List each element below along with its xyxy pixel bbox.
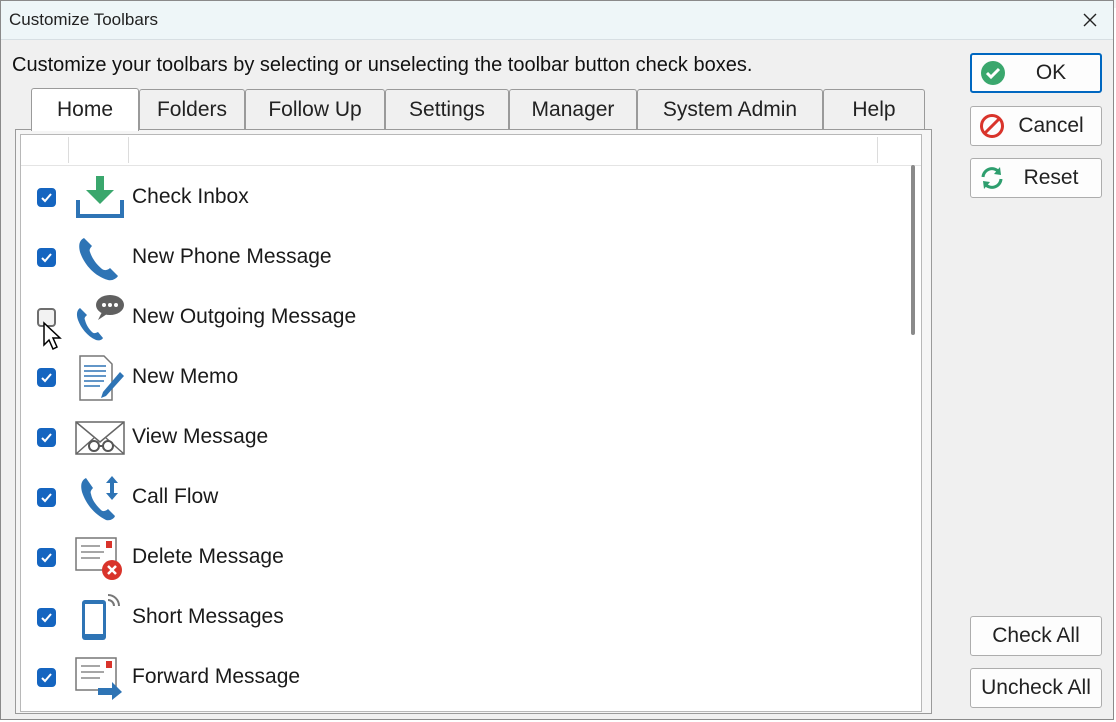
- close-button[interactable]: [1067, 1, 1113, 39]
- list-item-label: Call Flow: [132, 485, 219, 508]
- list-item-label: Delete Message: [132, 545, 284, 568]
- checkmark-icon: [41, 253, 52, 263]
- tab-home[interactable]: Home: [31, 88, 139, 131]
- message-forward-icon: [75, 657, 122, 700]
- checkbox-checked[interactable]: [37, 548, 56, 567]
- checkbox-checked[interactable]: [37, 428, 56, 447]
- column-divider: [128, 137, 129, 163]
- inbox-download-icon: [76, 176, 124, 218]
- checkbox-checked[interactable]: [37, 248, 56, 267]
- tab-folders[interactable]: Folders: [139, 89, 245, 129]
- memo-pencil-icon: [79, 355, 124, 401]
- tab-follow-up[interactable]: Follow Up: [245, 89, 385, 129]
- checkmark-icon: [41, 433, 52, 443]
- checkbox-checked[interactable]: [37, 668, 56, 687]
- check-all-button[interactable]: Check All: [970, 616, 1102, 656]
- list-column-header: [21, 135, 921, 166]
- checkbox-checked[interactable]: [37, 188, 56, 207]
- checkmark-icon: [41, 373, 52, 383]
- reset-button[interactable]: Reset: [970, 158, 1102, 198]
- envelope-glasses-icon: [75, 421, 125, 455]
- phone-arrows-icon: [81, 476, 118, 521]
- checkbox-checked[interactable]: [37, 488, 56, 507]
- checkmark-icon: [41, 493, 52, 503]
- message-delete-icon: [75, 537, 122, 580]
- list-item-view-message[interactable]: View Message: [21, 408, 901, 468]
- tab-settings[interactable]: Settings: [385, 89, 509, 129]
- checkmark-icon: [41, 193, 52, 203]
- tab-strip: Home Folders Follow Up Settings Manager …: [15, 88, 935, 131]
- customize-toolbars-dialog: Customize Toolbars Customize your toolba…: [0, 0, 1114, 720]
- list-item-label: View Message: [132, 425, 269, 448]
- list-item-new-memo[interactable]: New Memo: [21, 348, 901, 408]
- tab-system-admin[interactable]: System Admin: [637, 89, 823, 129]
- vertical-scrollbar[interactable]: [907, 165, 919, 710]
- phone-speech-bubble-icon: [76, 295, 124, 341]
- list-item-new-outgoing-message[interactable]: New Outgoing Message: [21, 288, 901, 348]
- title-bar: Customize Toolbars: [1, 1, 1113, 40]
- scrollbar-thumb[interactable]: [911, 165, 915, 335]
- list-item-forward-message[interactable]: Forward Message: [21, 648, 901, 708]
- list-item-label: New Phone Message: [132, 245, 332, 268]
- list-item-new-phone-message[interactable]: New Phone Message: [21, 228, 901, 288]
- list-item-label: Forward Message: [132, 665, 301, 688]
- column-divider: [68, 137, 69, 163]
- list-item-check-inbox[interactable]: Check Inbox: [21, 168, 901, 228]
- list-item-label: New Memo: [132, 365, 239, 388]
- close-icon: [1083, 13, 1097, 27]
- list-item-label: Short Messages: [132, 605, 284, 628]
- check-circle-icon: [981, 61, 1005, 85]
- list-item-label: Check Inbox: [132, 185, 249, 208]
- toolbar-buttons-list[interactable]: Check Inbox New Phone Message New Outgoi…: [20, 134, 922, 712]
- instructions-text: Customize your toolbars by selecting or …: [12, 54, 753, 76]
- list-item-short-messages[interactable]: Short Messages: [21, 588, 901, 648]
- checkbox-checked[interactable]: [37, 368, 56, 387]
- uncheck-all-button[interactable]: Uncheck All: [970, 668, 1102, 708]
- window-title: Customize Toolbars: [9, 10, 158, 29]
- list-item-label: New Outgoing Message: [132, 305, 357, 328]
- checkbox-unchecked[interactable]: [37, 308, 56, 327]
- mobile-phone-icon: [82, 594, 120, 640]
- checkmark-icon: [41, 553, 52, 563]
- refresh-icon: [981, 167, 1003, 189]
- cancel-icon: [980, 114, 1004, 138]
- list-item-call-flow[interactable]: Call Flow: [21, 468, 901, 528]
- ok-button[interactable]: OK: [970, 53, 1102, 93]
- checkmark-icon: [41, 613, 52, 623]
- column-divider: [877, 137, 878, 163]
- tab-help[interactable]: Help: [823, 89, 925, 129]
- check-all-button-label: Check All: [992, 624, 1080, 647]
- uncheck-all-button-label: Uncheck All: [981, 676, 1091, 699]
- home-tab-panel: Check Inbox New Phone Message New Outgoi…: [15, 129, 932, 714]
- cancel-button[interactable]: Cancel: [970, 106, 1102, 146]
- phone-icon: [79, 238, 118, 281]
- checkmark-icon: [41, 673, 52, 683]
- tab-manager[interactable]: Manager: [509, 89, 637, 129]
- checkbox-checked[interactable]: [37, 608, 56, 627]
- list-item-delete-message[interactable]: Delete Message: [21, 528, 901, 588]
